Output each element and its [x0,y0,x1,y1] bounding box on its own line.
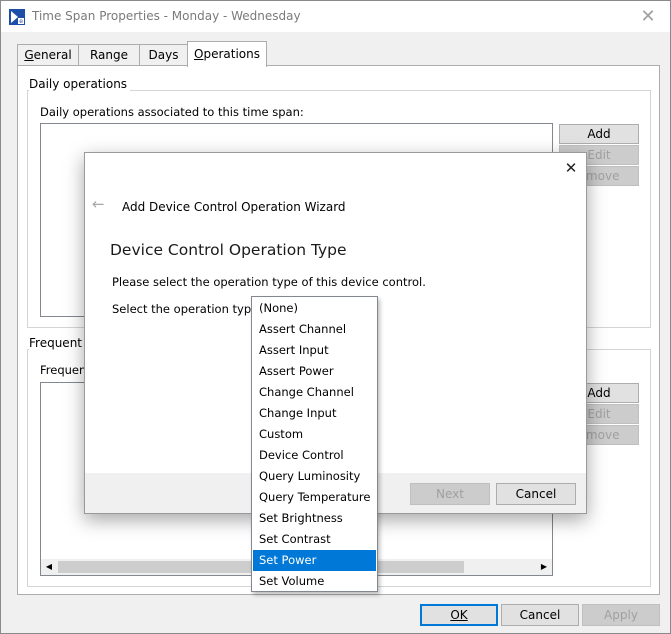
svg-text:e: e [19,18,23,25]
option-none[interactable]: (None) [253,298,376,319]
daily-operations-list-label: Daily operations associated to this time… [40,105,304,119]
option-device-control[interactable]: Device Control [253,445,376,466]
back-arrow-icon[interactable]: ← [92,195,110,213]
tab-general-label: eneral [33,48,72,62]
daily-add-button[interactable]: Add [559,124,639,144]
option-set-contrast[interactable]: Set Contrast [253,529,376,550]
dialog-cancel-button[interactable]: Cancel [496,483,576,505]
instruction-text: Please select the operation type of this… [112,275,426,289]
option-set-brightness[interactable]: Set Brightness [253,508,376,529]
scroll-left-arrow-icon[interactable]: ◀ [43,560,55,574]
scroll-right-arrow-icon[interactable]: ▶ [538,560,550,574]
page-heading: Device Control Operation Type [110,241,347,259]
option-change-input[interactable]: Change Input [253,403,376,424]
title-bar: e Time Span Properties - Monday - Wednes… [1,1,670,32]
tab-days-label: Days [148,48,179,62]
cancel-button[interactable]: Cancel [501,604,579,626]
tab-general-accel: G [24,48,34,62]
tab-operations-label: perations [203,47,260,61]
apply-button[interactable]: Apply [582,604,660,626]
tab-range[interactable]: Range [78,44,140,66]
option-assert-channel[interactable]: Assert Channel [253,319,376,340]
window-title: Time Span Properties - Monday - Wednesda… [32,9,301,23]
next-button[interactable]: Next [410,483,490,505]
ok-button-label: OK [450,608,468,622]
window-close-button[interactable]: ✕ [630,3,666,31]
option-assert-input[interactable]: Assert Input [253,340,376,361]
option-change-channel[interactable]: Change Channel [253,382,376,403]
ok-button[interactable]: OK [420,604,498,626]
tab-days[interactable]: Days [139,44,188,66]
option-custom[interactable]: Custom [253,424,376,445]
tab-operations[interactable]: Operations [187,41,267,67]
dialog-close-button[interactable]: ✕ [559,157,583,179]
wizard-title: Add Device Control Operation Wizard [122,200,346,214]
apply-button-label: Apply [604,608,638,622]
cancel-button-label: Cancel [519,608,561,622]
operation-type-dropdown-list[interactable]: (None) Assert Channel Assert Input Asser… [251,296,378,592]
option-assert-power[interactable]: Assert Power [253,361,376,382]
option-query-luminosity[interactable]: Query Luminosity [253,466,376,487]
tab-general[interactable]: General [17,44,79,66]
tab-range-label: Range [89,48,129,62]
option-query-temperature[interactable]: Query Temperature [253,487,376,508]
option-set-power[interactable]: Set Power [253,550,376,571]
operation-type-label: Select the operation type: [112,302,263,316]
daily-operations-group-label: Daily operations [29,77,131,91]
option-set-volume[interactable]: Set Volume [253,571,376,592]
app-icon: e [9,9,25,25]
